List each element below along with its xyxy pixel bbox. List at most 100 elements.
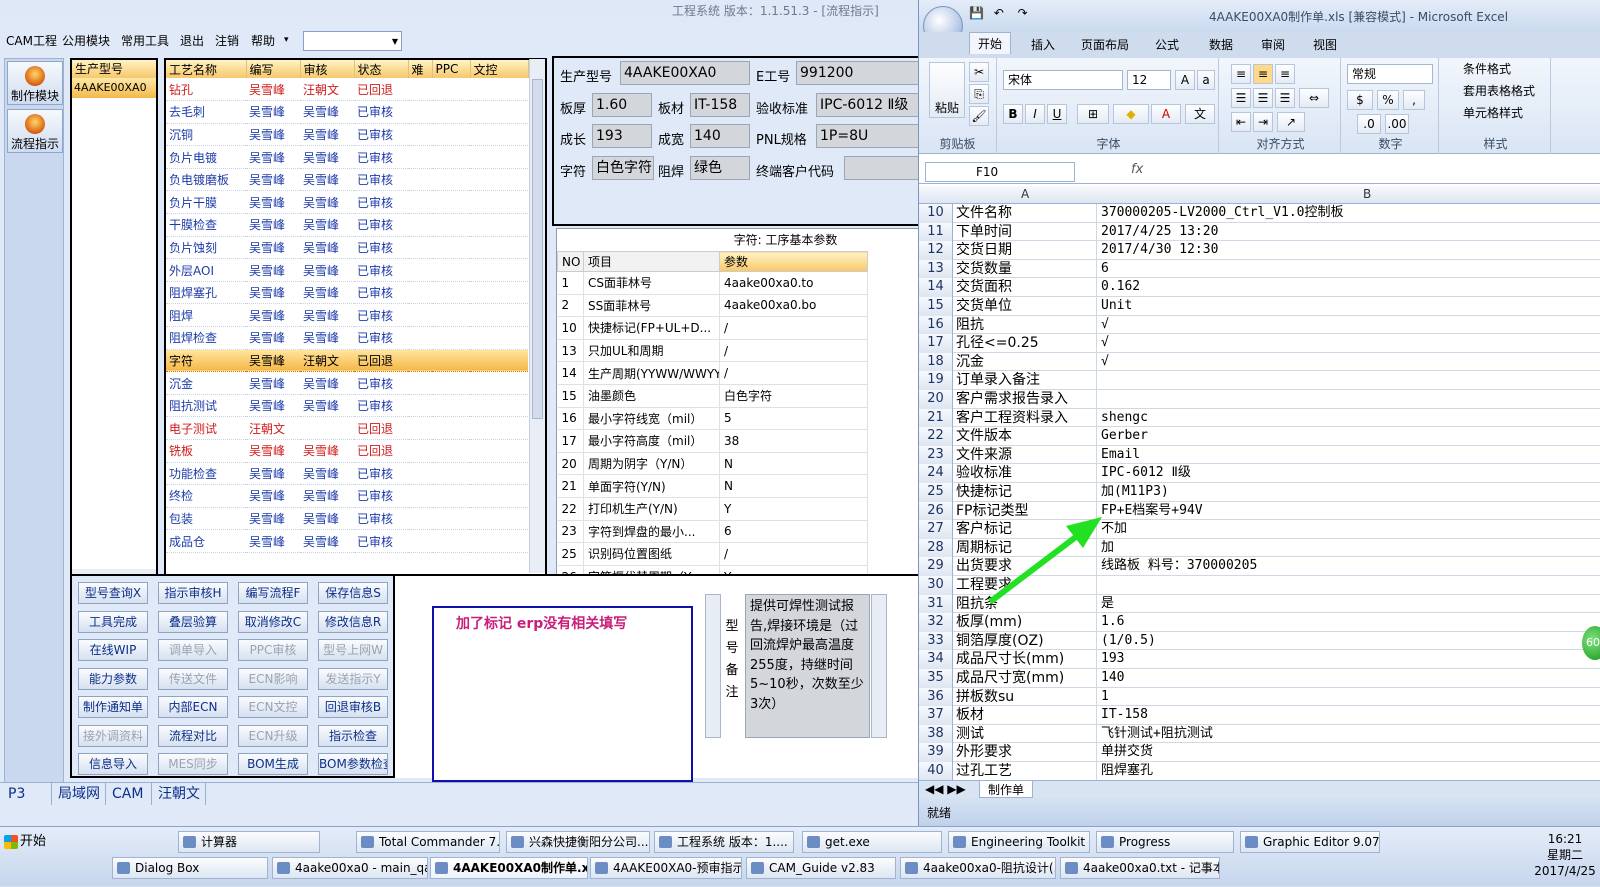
system-clock[interactable]: 16:21 星期二 2017/4/25 bbox=[1530, 827, 1600, 887]
cell-a[interactable]: 板厚(mm) bbox=[955, 613, 1097, 632]
cell-b[interactable]: Email bbox=[1101, 446, 1599, 465]
cell-a[interactable]: 文件名称 bbox=[955, 204, 1097, 223]
function-button[interactable]: 编写流程F bbox=[238, 582, 308, 604]
row-number[interactable]: 40 bbox=[919, 762, 953, 780]
param-row[interactable]: 1 CS面菲林号 4aake00xa0.to bbox=[557, 271, 868, 295]
function-button[interactable]: 指示检查 bbox=[318, 724, 388, 747]
model-field[interactable]: 4AAKE00XA0 bbox=[620, 61, 750, 85]
cell-a[interactable]: 成品尺寸长(mm) bbox=[955, 650, 1097, 669]
menu-exit[interactable]: 退出 bbox=[180, 32, 204, 49]
row-number[interactable]: 28 bbox=[919, 538, 953, 558]
function-button[interactable]: 工具完成 bbox=[78, 610, 148, 633]
param-row[interactable]: 15 油墨颜色 白色字符 bbox=[557, 384, 868, 408]
cell-b[interactable] bbox=[1101, 371, 1599, 390]
process-row[interactable]: 成品仓 吴雪峰 吴雪峰 已审核 bbox=[166, 529, 528, 553]
cell-b[interactable]: IT-158 bbox=[1101, 706, 1599, 725]
cell-b[interactable]: Gerber bbox=[1101, 427, 1599, 446]
cell-a[interactable]: 验收标准 bbox=[955, 464, 1097, 483]
sheet-tab[interactable]: 制作单 bbox=[979, 781, 1034, 798]
row-number[interactable]: 23 bbox=[919, 445, 953, 465]
param-row[interactable]: 21 单面字符(Y/N) N bbox=[557, 474, 868, 498]
cell-b[interactable] bbox=[1101, 576, 1599, 595]
row-number[interactable]: 39 bbox=[919, 743, 953, 762]
redo-icon[interactable]: ↷ bbox=[1018, 6, 1028, 20]
col-ppc[interactable]: PPC bbox=[432, 60, 471, 78]
cell-a[interactable]: 客户标记 bbox=[955, 520, 1097, 539]
cell-a[interactable]: 交货数量 bbox=[955, 259, 1097, 279]
col-process-name[interactable]: 工艺名称 bbox=[166, 60, 247, 78]
cell-a[interactable]: 成品尺寸宽(mm) bbox=[955, 669, 1097, 688]
cell-style-button[interactable]: 单元格样式 bbox=[1443, 104, 1547, 124]
cell-b[interactable]: 6 bbox=[1101, 260, 1599, 279]
cell-a[interactable]: 文件来源 bbox=[955, 445, 1097, 465]
currency-icon[interactable]: $ bbox=[1347, 90, 1373, 110]
cell-a[interactable]: 交货单位 bbox=[955, 297, 1097, 316]
cell-a[interactable]: 板材 bbox=[955, 706, 1097, 725]
menu-logout[interactable]: 注销 bbox=[215, 32, 239, 49]
param-row[interactable]: 20 周期为阴字（Y/N） N bbox=[557, 452, 868, 476]
taskbar-item[interactable]: Engineering Toolkit 9.... bbox=[948, 831, 1090, 853]
remark-scroll[interactable] bbox=[871, 594, 887, 738]
font-color-icon[interactable]: A bbox=[1151, 104, 1181, 124]
italic-icon[interactable]: I bbox=[1025, 104, 1045, 124]
process-row[interactable]: 负片蚀刻 吴雪峰 吴雪峰 已审核 bbox=[166, 236, 528, 260]
cell-b[interactable]: 阻焊塞孔 bbox=[1101, 762, 1599, 780]
function-button[interactable]: 型号查询X bbox=[78, 582, 148, 604]
row-number[interactable]: 14 bbox=[919, 278, 953, 297]
row-number[interactable]: 24 bbox=[919, 464, 953, 483]
underline-icon[interactable]: U bbox=[1047, 104, 1067, 124]
cell-b[interactable]: 0.162 bbox=[1101, 278, 1599, 297]
taskbar-item[interactable]: Dialog Box bbox=[112, 857, 268, 879]
sheet-nav-icon[interactable]: ◀◀ ▶▶ bbox=[925, 782, 966, 796]
process-row[interactable]: 干膜检查 吴雪峰 吴雪峰 已审核 bbox=[166, 213, 528, 237]
function-button[interactable]: 接外调资料 bbox=[78, 724, 148, 747]
cell-b[interactable]: 1.6 bbox=[1101, 613, 1599, 632]
param-row[interactable]: 16 最小字符线宽（mil） 5 bbox=[557, 407, 868, 431]
remark-left-scroll[interactable] bbox=[705, 594, 721, 738]
orientation-icon[interactable]: ↗ bbox=[1277, 112, 1305, 132]
cell-b[interactable]: shengc bbox=[1101, 409, 1599, 428]
align-top-icon[interactable]: ≡ bbox=[1231, 64, 1251, 84]
row-number[interactable]: 36 bbox=[919, 687, 953, 707]
function-button[interactable]: 取消修改C bbox=[238, 610, 308, 633]
row-number[interactable]: 20 bbox=[919, 390, 953, 409]
function-button[interactable]: 能力参数 bbox=[78, 667, 148, 690]
cell-a[interactable]: 沉金 bbox=[955, 352, 1097, 372]
col-reviewer[interactable]: 审核 bbox=[300, 60, 355, 78]
function-button[interactable]: 在线WIP bbox=[78, 639, 148, 661]
row-number[interactable]: 35 bbox=[919, 669, 953, 688]
menu-overflow-icon[interactable]: ▾ bbox=[284, 35, 289, 45]
process-row[interactable]: 外层AOI 吴雪峰 吴雪峰 已审核 bbox=[166, 258, 528, 282]
format-painter-icon[interactable]: 🖌 bbox=[969, 106, 989, 126]
cell-b[interactable]: 飞针测试+阻抗测试 bbox=[1101, 725, 1599, 744]
cell-a[interactable]: 工程要求 bbox=[955, 576, 1097, 595]
menu-cam[interactable]: CAM工程 bbox=[6, 32, 57, 49]
col-writer[interactable]: 编写 bbox=[246, 60, 301, 78]
number-format-box[interactable]: 常规 bbox=[1347, 64, 1433, 84]
process-row[interactable]: 包装 吴雪峰 吴雪峰 已审核 bbox=[166, 507, 528, 531]
row-number[interactable]: 31 bbox=[919, 594, 953, 614]
remark-text[interactable]: 提供可焊性测试报告,焊接环境是（过回流焊炉最高温度255度，持继时间5~10秒，… bbox=[745, 594, 870, 738]
table-format-button[interactable]: 套用表格格式 bbox=[1443, 82, 1547, 102]
function-button[interactable]: MES同步 bbox=[158, 753, 228, 775]
cell-a[interactable]: 外形要求 bbox=[955, 743, 1097, 762]
function-button[interactable]: ECN影响 bbox=[238, 667, 308, 690]
cell-b[interactable]: √ bbox=[1101, 316, 1599, 335]
function-button[interactable]: 信息导入 bbox=[78, 753, 148, 775]
function-button[interactable]: 发送指示Y bbox=[318, 667, 388, 690]
cell-b[interactable]: 是 bbox=[1101, 595, 1599, 614]
thickness-field[interactable]: 1.60 bbox=[592, 93, 652, 117]
menu-public-module[interactable]: 公用模块 bbox=[62, 32, 110, 49]
col-status[interactable]: 状态 bbox=[354, 60, 409, 78]
row-number[interactable]: 13 bbox=[919, 259, 953, 279]
cell-b[interactable]: 140 bbox=[1101, 669, 1599, 688]
border-icon[interactable]: ⊞ bbox=[1077, 104, 1109, 124]
cell-b[interactable]: 1 bbox=[1101, 688, 1599, 707]
function-button[interactable]: 保存信息S bbox=[318, 582, 388, 604]
char-field[interactable]: 白色字符 bbox=[592, 156, 654, 180]
function-button[interactable]: ECN升级 bbox=[238, 724, 308, 747]
cell-a[interactable]: 阻抗 bbox=[955, 315, 1097, 335]
cell-b[interactable]: 不加 bbox=[1101, 520, 1599, 539]
cell-a[interactable]: 客户工程资料录入 bbox=[955, 408, 1097, 428]
align-bottom-icon[interactable]: ≡ bbox=[1275, 64, 1295, 84]
